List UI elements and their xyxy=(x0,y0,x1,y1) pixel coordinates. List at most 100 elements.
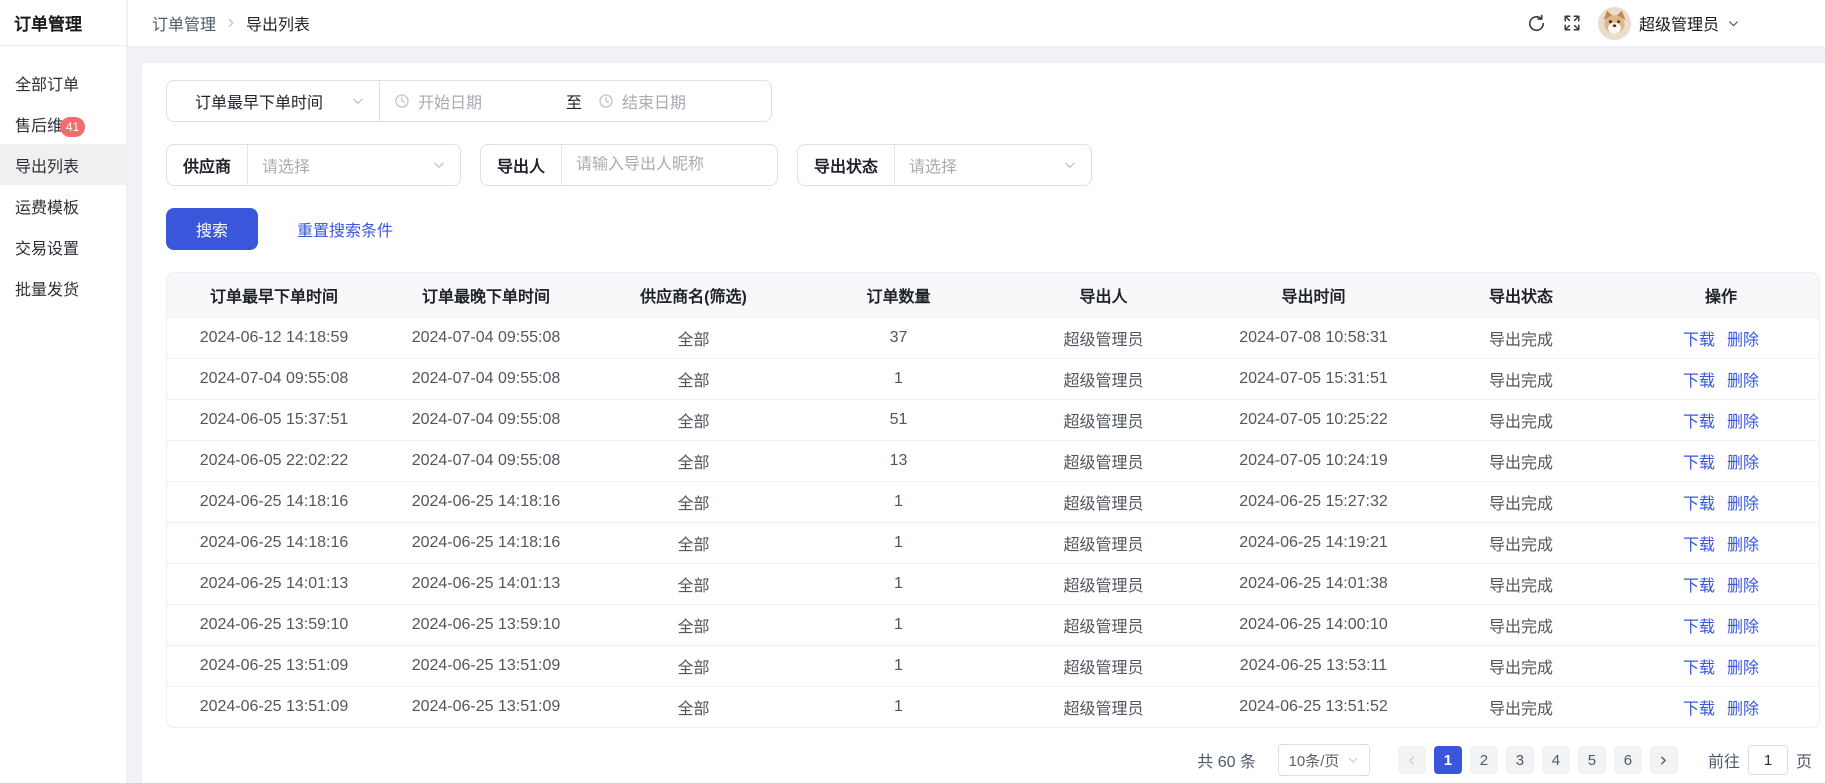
table-cell: 2024-07-08 10:58:31 xyxy=(1206,317,1421,358)
table-cell: 超级管理员 xyxy=(1001,522,1206,563)
table-cell: 2024-06-25 13:53:11 xyxy=(1206,645,1421,686)
table-row: 2024-06-05 22:02:222024-07-04 09:55:08全部… xyxy=(167,440,1820,481)
page-button-6[interactable]: 6 xyxy=(1614,746,1642,774)
sidebar-item-trade-settings[interactable]: 交易设置 xyxy=(0,226,126,267)
delete-link[interactable]: 删除 xyxy=(1727,496,1759,513)
row-actions: 下载删除 xyxy=(1621,358,1820,399)
table-row: 2024-06-25 13:51:092024-06-25 13:51:09全部… xyxy=(167,645,1820,686)
table-cell: 2024-07-04 09:55:08 xyxy=(381,399,591,440)
table-cell: 2024-06-25 14:18:16 xyxy=(381,522,591,563)
table-cell: 导出完成 xyxy=(1421,317,1621,358)
search-button[interactable]: 搜索 xyxy=(166,208,258,250)
download-link[interactable]: 下载 xyxy=(1683,701,1715,718)
table-cell: 导出完成 xyxy=(1421,563,1621,604)
clock-icon xyxy=(598,93,614,109)
table-cell: 全部 xyxy=(591,440,796,481)
supplier-select[interactable]: 请选择 xyxy=(248,145,460,185)
page-button-5[interactable]: 5 xyxy=(1578,746,1606,774)
clock-icon xyxy=(394,93,410,109)
sidebar: 订单管理 全部订单 41 售后维权 导出列表 运费模板 交易设置 xyxy=(0,0,127,783)
download-link[interactable]: 下载 xyxy=(1683,455,1715,472)
delete-link[interactable]: 删除 xyxy=(1727,414,1759,431)
delete-link[interactable]: 删除 xyxy=(1727,578,1759,595)
delete-link[interactable]: 删除 xyxy=(1727,619,1759,636)
start-date-placeholder: 开始日期 xyxy=(418,89,482,113)
end-date-placeholder: 结束日期 xyxy=(622,89,686,113)
delete-link[interactable]: 删除 xyxy=(1727,660,1759,677)
avatar xyxy=(1598,7,1631,40)
table-row: 2024-06-25 13:51:092024-06-25 13:51:09全部… xyxy=(167,686,1820,727)
page-button-4[interactable]: 4 xyxy=(1542,746,1570,774)
table-cell: 全部 xyxy=(591,522,796,563)
download-link[interactable]: 下载 xyxy=(1683,373,1715,390)
table-body: 2024-06-12 14:18:592024-07-04 09:55:08全部… xyxy=(167,317,1820,727)
table-cell: 2024-06-25 14:01:13 xyxy=(167,563,381,604)
header-actions: 超级管理员 xyxy=(1527,7,1740,40)
row-actions: 下载删除 xyxy=(1621,481,1820,522)
page-button-3[interactable]: 3 xyxy=(1506,746,1534,774)
supplier-filter: 供应商 请选择 xyxy=(166,144,461,186)
fullscreen-icon[interactable] xyxy=(1563,14,1581,32)
row-actions: 下载删除 xyxy=(1621,645,1820,686)
table-cell: 全部 xyxy=(591,358,796,399)
refresh-icon[interactable] xyxy=(1527,14,1546,33)
table-cell: 全部 xyxy=(591,645,796,686)
table-row: 2024-06-25 14:18:162024-06-25 14:18:16全部… xyxy=(167,481,1820,522)
sidebar-item-export-list[interactable]: 导出列表 xyxy=(0,144,126,185)
delete-link[interactable]: 删除 xyxy=(1727,701,1759,718)
export-status-filter: 导出状态 请选择 xyxy=(797,144,1092,186)
table-cell: 导出完成 xyxy=(1421,604,1621,645)
date-range-picker[interactable]: 开始日期 至 结束日期 xyxy=(379,81,771,121)
delete-link[interactable]: 删除 xyxy=(1727,332,1759,349)
export-status-select[interactable]: 请选择 xyxy=(895,145,1091,185)
table-cell: 导出完成 xyxy=(1421,399,1621,440)
table-cell: 2024-06-25 14:19:21 xyxy=(1206,522,1421,563)
sidebar-item-label: 全部订单 xyxy=(15,71,79,95)
breadcrumb-separator-icon xyxy=(224,16,238,30)
row-actions: 下载删除 xyxy=(1621,686,1820,727)
download-link[interactable]: 下载 xyxy=(1683,332,1715,349)
table-cell: 2024-06-25 15:27:32 xyxy=(1206,481,1421,522)
download-link[interactable]: 下载 xyxy=(1683,414,1715,431)
page-buttons: 123456 xyxy=(1398,746,1678,774)
exporter-input[interactable] xyxy=(576,156,763,174)
col-export-status: 导出状态 xyxy=(1421,273,1621,317)
delete-link[interactable]: 删除 xyxy=(1727,537,1759,554)
user-menu[interactable]: 超级管理员 xyxy=(1598,7,1740,40)
col-order-count: 订单数量 xyxy=(796,273,1001,317)
table-cell: 2024-06-25 14:01:38 xyxy=(1206,563,1421,604)
next-page-button[interactable] xyxy=(1650,746,1678,774)
delete-link[interactable]: 删除 xyxy=(1727,455,1759,472)
user-name: 超级管理员 xyxy=(1639,11,1719,35)
prev-page-button[interactable] xyxy=(1398,746,1426,774)
table-cell: 2024-06-25 13:51:09 xyxy=(167,686,381,727)
sidebar-item-all-orders[interactable]: 全部订单 xyxy=(0,62,126,103)
breadcrumb-item-orders[interactable]: 订单管理 xyxy=(152,11,216,35)
breadcrumb: 订单管理 导出列表 xyxy=(152,11,310,35)
reset-search-link[interactable]: 重置搜索条件 xyxy=(297,217,393,241)
page-button-1[interactable]: 1 xyxy=(1434,746,1462,774)
page-size-select[interactable]: 10条/页 xyxy=(1278,744,1370,776)
download-link[interactable]: 下载 xyxy=(1683,619,1715,636)
time-type-select[interactable]: 订单最早下单时间 xyxy=(167,81,379,121)
table-cell: 全部 xyxy=(591,686,796,727)
table-cell: 1 xyxy=(796,481,1001,522)
download-link[interactable]: 下载 xyxy=(1683,660,1715,677)
filter-actions: 搜索 重置搜索条件 xyxy=(166,208,1820,250)
app-title: 订单管理 xyxy=(0,0,126,46)
export-status-label: 导出状态 xyxy=(798,145,895,185)
filter-row-fields: 供应商 请选择 导出人 导出状态 请选择 xyxy=(166,144,1820,186)
table-cell: 1 xyxy=(796,645,1001,686)
download-link[interactable]: 下载 xyxy=(1683,537,1715,554)
sidebar-item-label: 批量发货 xyxy=(15,276,79,300)
goto-page-input[interactable] xyxy=(1748,745,1788,775)
sidebar-item-freight-template[interactable]: 运费模板 xyxy=(0,185,126,226)
sidebar-item-batch-shipping[interactable]: 批量发货 xyxy=(0,267,126,308)
download-link[interactable]: 下载 xyxy=(1683,578,1715,595)
export-list-panel: 订单最早下单时间 开始日期 至 结束日期 供应商 请选 xyxy=(142,63,1825,783)
page-button-2[interactable]: 2 xyxy=(1470,746,1498,774)
table-cell: 导出完成 xyxy=(1421,645,1621,686)
delete-link[interactable]: 删除 xyxy=(1727,373,1759,390)
download-link[interactable]: 下载 xyxy=(1683,496,1715,513)
row-actions: 下载删除 xyxy=(1621,399,1820,440)
